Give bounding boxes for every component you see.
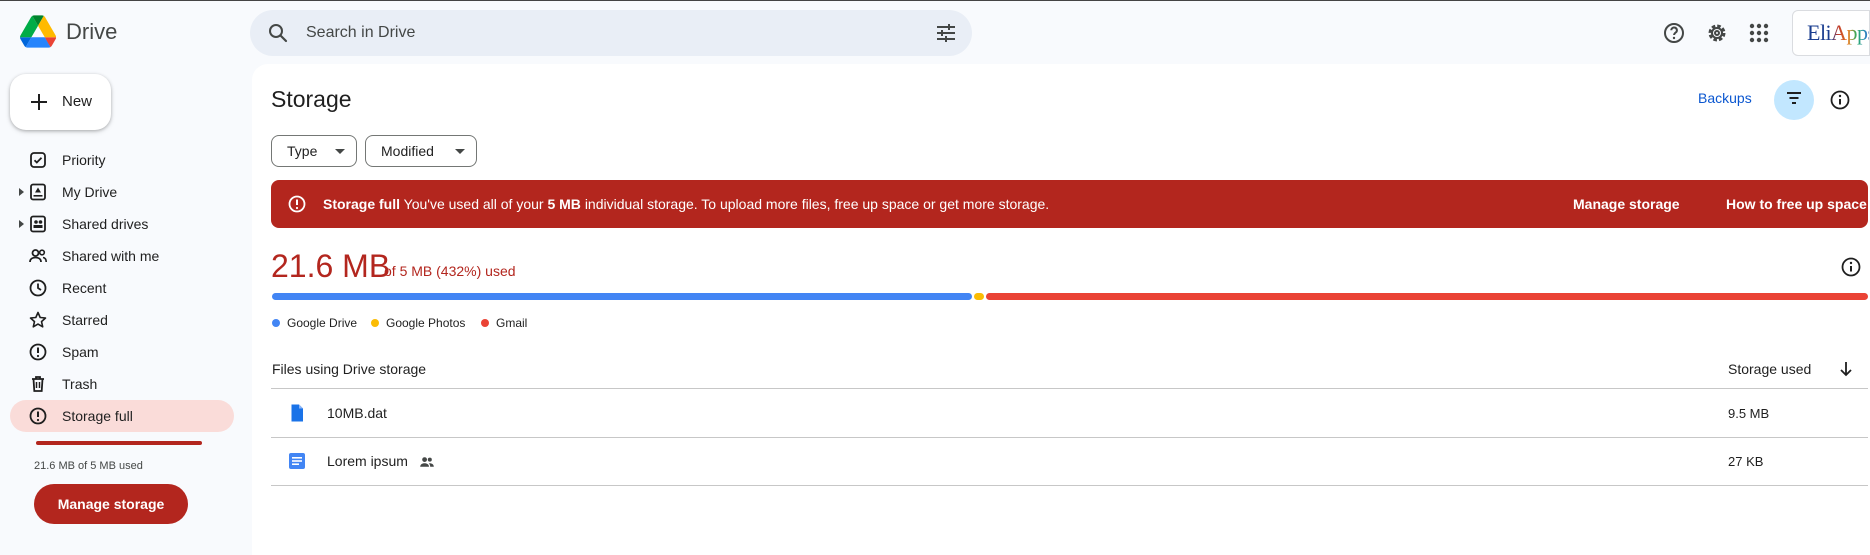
sidebar-item-label: Storage full [62,408,133,424]
sidebar-item-shared-with-me[interactable]: Shared with me [10,240,234,272]
sidebar-item-my-drive[interactable]: My Drive [10,176,234,208]
priority-icon [28,150,48,170]
storage-info-icon[interactable] [1840,256,1862,283]
sidebar-item-label: Shared drives [62,216,149,232]
legend-item-gmail: Gmail [481,316,527,330]
page-title: Storage [271,86,352,112]
sidebar-item-storage-full[interactable]: Storage full [10,400,234,432]
sidebar-item-recent[interactable]: Recent [10,272,234,304]
chip-label: Type [287,143,318,159]
storage-bar-drive [272,293,972,300]
file-icon [287,403,307,428]
drive-logo-icon [20,15,56,48]
banner-message: Storage full You've used all of your 5 M… [323,196,1049,212]
sidebar-item-label: Priority [62,152,106,168]
table-row[interactable]: 10MB.dat 9.5 MB [271,390,1868,438]
banner-text-before: You've used all of your [403,196,544,212]
sidebar-item-label: Trash [62,376,98,392]
file-size: 9.5 MB [1728,406,1770,421]
account-logo[interactable]: EliApps [1792,10,1870,56]
filter-icon [1784,88,1804,113]
file-name[interactable]: Lorem ipsum [327,453,408,469]
legend-item-photos: Google Photos [371,316,465,330]
drive-logo[interactable]: Drive [20,15,117,48]
sidebar-item-label: Starred [62,312,108,328]
storage-bar-photos [974,293,984,300]
search-input[interactable] [306,18,866,48]
file-size: 27 KB [1728,454,1764,469]
help-icon[interactable] [1658,17,1690,49]
sidebar-item-spam[interactable]: Spam [10,336,234,368]
sidebar-item-label: Shared with me [62,248,160,264]
dropdown-caret-icon [335,149,345,154]
account-label: EliApps [1807,20,1869,46]
new-button-label: New [62,93,93,110]
sort-down-arrow-icon[interactable] [1835,358,1857,385]
backups-link[interactable]: Backups [1698,90,1752,106]
banner-manage-storage-button[interactable]: Manage storage [1573,196,1680,212]
files-column-name: Files using Drive storage [272,361,427,377]
legend-label: Google Drive [287,316,358,330]
modified-filter-chip[interactable]: Modified [365,135,477,167]
apps-grid-icon[interactable] [1743,17,1775,49]
shared-people-icon [419,454,435,475]
storage-quota-bar [36,441,202,445]
legend-item-drive: Google Drive [272,316,357,330]
details-info-icon[interactable] [1824,84,1856,116]
shared-drives-icon [28,214,48,234]
banner-title: Storage full [323,196,401,212]
sidebar-item-starred[interactable]: Starred [10,304,234,336]
manage-storage-button[interactable]: Manage storage [34,484,188,524]
storage-used-column[interactable]: Storage used [1728,361,1811,377]
dropdown-caret-icon [455,149,465,154]
search-bar[interactable] [250,10,972,56]
star-icon [28,310,48,330]
recent-icon [28,278,48,298]
sidebar-item-shared-drives[interactable]: Shared drives [10,208,234,240]
sidebar-nav: Priority My Drive Shared drives Shared w… [10,144,234,432]
banner-text-after: individual storage. To upload more files… [584,196,1050,212]
expand-arrow-icon[interactable] [19,220,24,228]
legend-dot [371,319,379,327]
legend-label: Gmail [496,316,528,330]
filter-button[interactable] [1774,80,1814,120]
search-options-icon[interactable] [934,21,958,50]
banner-free-up-space-button[interactable]: How to free up space [1726,196,1867,212]
storage-used-detail: of 5 MB (432%) used [384,263,516,279]
main-content: Storage Backups Type Modified Storage fu… [252,64,1870,555]
file-name[interactable]: 10MB.dat [327,405,387,421]
files-table-header: Files using Drive storage Storage used [271,352,1868,389]
plus-icon [27,90,51,118]
sidebar-item-label: My Drive [62,184,118,200]
storage-alert-icon [28,406,48,426]
my-drive-icon [28,182,48,202]
sidebar-item-label: Recent [62,280,107,296]
google-docs-icon [287,451,307,476]
settings-icon[interactable] [1701,17,1733,49]
type-filter-chip[interactable]: Type [271,135,357,167]
sidebar-item-trash[interactable]: Trash [10,368,234,400]
chip-label: Modified [381,143,434,159]
app-name: Drive [66,18,118,44]
storage-quota-text: 21.6 MB of 5 MB used [34,460,143,472]
expand-arrow-icon[interactable] [19,188,24,196]
storage-bar-gmail [986,293,1868,300]
storage-full-banner: Storage full You've used all of your 5 M… [271,180,1868,228]
table-row[interactable]: Lorem ipsum 27 KB [271,438,1868,486]
legend-label: Google Photos [386,316,466,330]
sidebar: New Priority My Drive Shared drives Shar… [0,64,250,555]
trash-icon [28,374,48,394]
sidebar-item-label: Spam [62,344,99,360]
alert-icon [287,194,307,217]
sidebar-item-priority[interactable]: Priority [10,144,234,176]
top-bar: Drive EliApps [0,0,1870,64]
legend-dot [481,319,489,327]
banner-quota: 5 MB [547,196,581,212]
shared-with-me-icon [28,246,48,266]
new-button[interactable]: New [10,74,111,130]
storage-used-amount: 21.6 MB [271,248,391,284]
search-icon[interactable] [266,21,290,50]
spam-icon [28,342,48,362]
legend-dot [272,319,280,327]
